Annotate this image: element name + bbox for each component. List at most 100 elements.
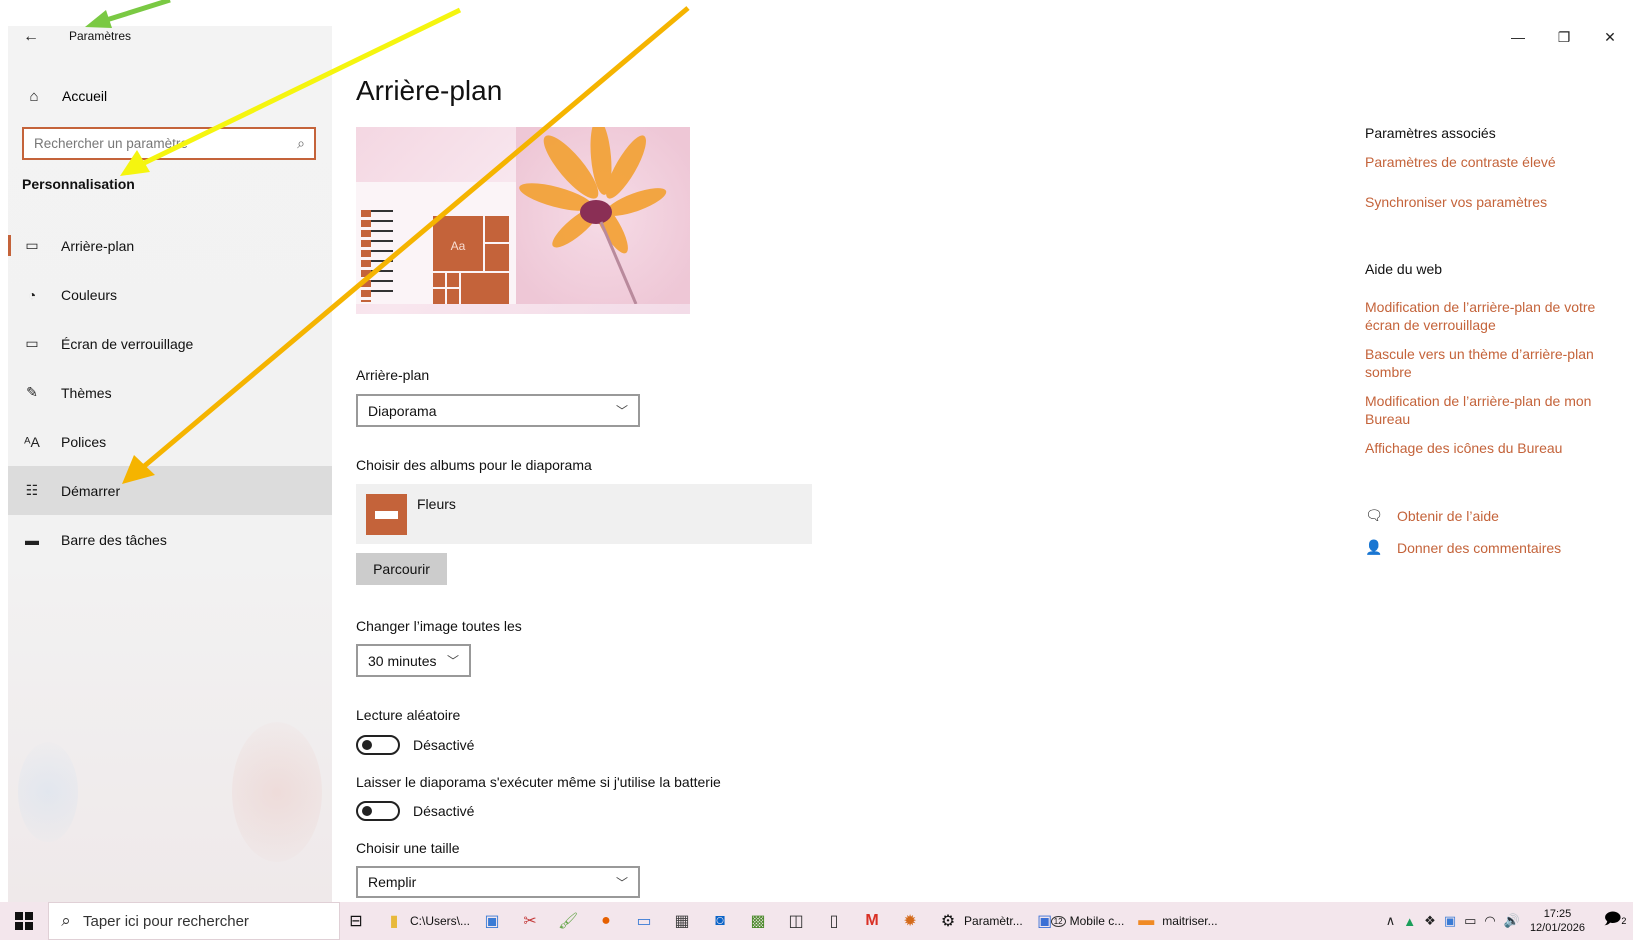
taskbar-explorer[interactable]: ▮ C:\Users\...	[378, 902, 476, 940]
folder-icon: ▮	[389, 913, 399, 930]
task-view-icon[interactable]: ⊟	[340, 902, 378, 940]
preview-tile-text: Aa	[450, 239, 466, 253]
dropbox-icon[interactable]: ❖	[1424, 913, 1436, 929]
background-preview: Aa	[356, 127, 690, 314]
search-icon: ⌕	[61, 911, 71, 930]
sidebar-item-fonts[interactable]: ᴬA Polices	[8, 417, 332, 466]
blank-document-icon[interactable]: ▯	[818, 902, 856, 940]
sidebar-item-label: Couleurs	[61, 286, 118, 303]
sidebar-item-taskbar[interactable]: ▬ Barre des tâches	[8, 515, 332, 564]
sidebar-item-themes[interactable]: ✎ Thèmes	[8, 368, 332, 417]
clock[interactable]: 17:25 12/01/2026	[1530, 907, 1585, 935]
fit-select[interactable]: Remplir ﹀	[356, 866, 640, 898]
volume-icon[interactable]: 🔊	[1504, 913, 1520, 929]
google-drive-icon[interactable]: ▲	[1403, 914, 1416, 929]
spreadsheet-icon[interactable]: ▩	[742, 902, 780, 940]
calculator-icon[interactable]: ▦	[666, 902, 704, 940]
minimize-icon[interactable]: —	[1495, 22, 1541, 52]
wifi-icon[interactable]: ◠	[1484, 913, 1495, 929]
feedback-label: Donner des commentaires	[1397, 539, 1562, 556]
battery-state: Désactivé	[413, 803, 475, 819]
gmail-icon[interactable]: M	[856, 902, 894, 940]
battery-label: Laisser le diaporama s'exécuter même si …	[356, 774, 721, 790]
flower-image	[516, 127, 690, 304]
theme-preview-window: Aa	[356, 182, 516, 304]
gear-icon: ⚙	[940, 913, 956, 930]
mobile-badge: 12	[1050, 915, 1066, 927]
notification-badge: 2	[1621, 915, 1627, 926]
picture-icon: ▭	[25, 237, 39, 253]
browse-button[interactable]: Parcourir	[356, 553, 447, 585]
home-label: Accueil	[62, 88, 108, 104]
help-chat-icon: 🗨	[1365, 507, 1383, 523]
sidebar-item-label: Écran de verrouillage	[61, 335, 194, 352]
page-title: Arrière-plan	[356, 75, 503, 106]
display-icon[interactable]: ▣	[1444, 913, 1456, 929]
web-help-link[interactable]: Affichage des icônes du Bureau	[1365, 439, 1625, 457]
camera-icon[interactable]: ◫	[780, 902, 818, 940]
system-tray: ∧ ▲ ❖ ▣ ▭ ◠ 🔊 17:25 12/01/2026 🗩2	[1382, 902, 1633, 940]
clock-date: 12/01/2026	[1529, 922, 1585, 934]
shield-app-icon[interactable]: ✹	[894, 902, 932, 940]
taskbar-settings[interactable]: ⚙ Paramètr...	[932, 902, 1029, 940]
section-title: Personnalisation	[22, 176, 135, 192]
web-help-link[interactable]: Modification de l’arrière-plan de votre …	[1365, 298, 1625, 334]
sidebar-item-label: Thèmes	[61, 384, 112, 401]
taskbar-search[interactable]: ⌕ Taper ici pour rechercher	[48, 902, 340, 940]
albums-label: Choisir des albums pour le diaporama	[356, 457, 592, 473]
sidebar-item-colors[interactable]: ◔ Couleurs	[8, 270, 332, 319]
sync-settings-link[interactable]: Synchroniser vos paramètres	[1365, 193, 1625, 211]
document-label: maitriser...	[1162, 914, 1218, 928]
paint-icon[interactable]: ▣	[476, 902, 514, 940]
back-arrow-icon[interactable]: ←	[20, 27, 42, 47]
feedback-link[interactable]: 👤 Donner des commentaires	[1365, 539, 1561, 556]
settings-search-input[interactable]	[24, 129, 288, 158]
taskbar-mobile[interactable]: ▣ 12 Mobile c...	[1029, 902, 1131, 940]
interval-select[interactable]: 30 minutes ﹀	[356, 644, 471, 677]
web-help-link[interactable]: Modification de l’arrière-plan de mon Bu…	[1365, 392, 1625, 428]
battery-icon[interactable]: ▭	[1464, 913, 1476, 929]
settings-search-box[interactable]: ⌕	[22, 127, 316, 160]
sidebar-item-label: Barre des tâches	[61, 531, 167, 548]
feedback-person-icon: 👤	[1365, 539, 1383, 555]
sidebar-item-background[interactable]: ▭ Arrière-plan	[8, 221, 332, 270]
start-icon: ☷	[25, 482, 39, 498]
notification-icon[interactable]: 🗩2	[1597, 908, 1633, 935]
background-type-value: Diaporama	[368, 402, 437, 419]
background-type-select[interactable]: Diaporama ﹀	[356, 394, 640, 427]
album-name: Fleurs	[417, 496, 456, 512]
restore-icon[interactable]: ❐	[1541, 22, 1587, 52]
shuffle-label: Lecture aléatoire	[356, 707, 461, 723]
chevron-up-icon[interactable]: ∧	[1386, 913, 1396, 929]
mobile-label: Mobile c...	[1069, 914, 1125, 928]
high-contrast-link[interactable]: Paramètres de contraste élevé	[1365, 153, 1625, 171]
paint-brush-icon[interactable]: 🖌	[552, 902, 590, 940]
sidebar-item-lock-screen[interactable]: ▭ Écran de verrouillage	[8, 319, 332, 368]
get-help-link[interactable]: 🗨 Obtenir de l’aide	[1365, 507, 1499, 524]
fit-label: Choisir une taille	[356, 840, 460, 856]
windows-start-icon[interactable]	[0, 902, 48, 940]
sidebar: ← Paramètres ⌂ Accueil ⌕ Personnalisatio…	[8, 26, 332, 902]
close-icon[interactable]: ✕	[1587, 22, 1633, 52]
shuffle-toggle[interactable]	[356, 735, 400, 755]
album-item[interactable]: Fleurs	[356, 484, 812, 544]
battery-toggle[interactable]	[356, 801, 400, 821]
taskbar-search-text: Taper ici pour rechercher	[83, 912, 249, 930]
sidebar-item-label: Démarrer	[61, 482, 121, 499]
settings-label: Paramètr...	[964, 914, 1023, 928]
chevron-down-icon: ﹀	[615, 404, 628, 418]
home-nav-item[interactable]: ⌂ Accueil	[8, 79, 332, 113]
web-help-link[interactable]: Bascule vers un thème d’arrière-plan som…	[1365, 345, 1625, 381]
outlook-icon[interactable]: ◙	[704, 902, 742, 940]
snipping-tool-icon[interactable]: ✂	[514, 902, 552, 940]
explorer-label: C:\Users\...	[410, 914, 471, 928]
taskbar-document[interactable]: ▬ maitriser...	[1130, 902, 1223, 940]
monitor-app-icon[interactable]: ▭	[628, 902, 666, 940]
fonts-icon: ᴬA	[24, 433, 40, 450]
search-icon[interactable]: ⌕	[288, 135, 314, 152]
taskbar: ⌕ Taper ici pour rechercher ⊟ ▮ C:\Users…	[0, 902, 1633, 940]
fit-value: Remplir	[368, 874, 417, 890]
sidebar-item-label: Arrière-plan	[61, 237, 135, 254]
sidebar-item-start[interactable]: ☷ Démarrer	[8, 466, 332, 515]
firefox-icon[interactable]: ●	[590, 902, 628, 940]
